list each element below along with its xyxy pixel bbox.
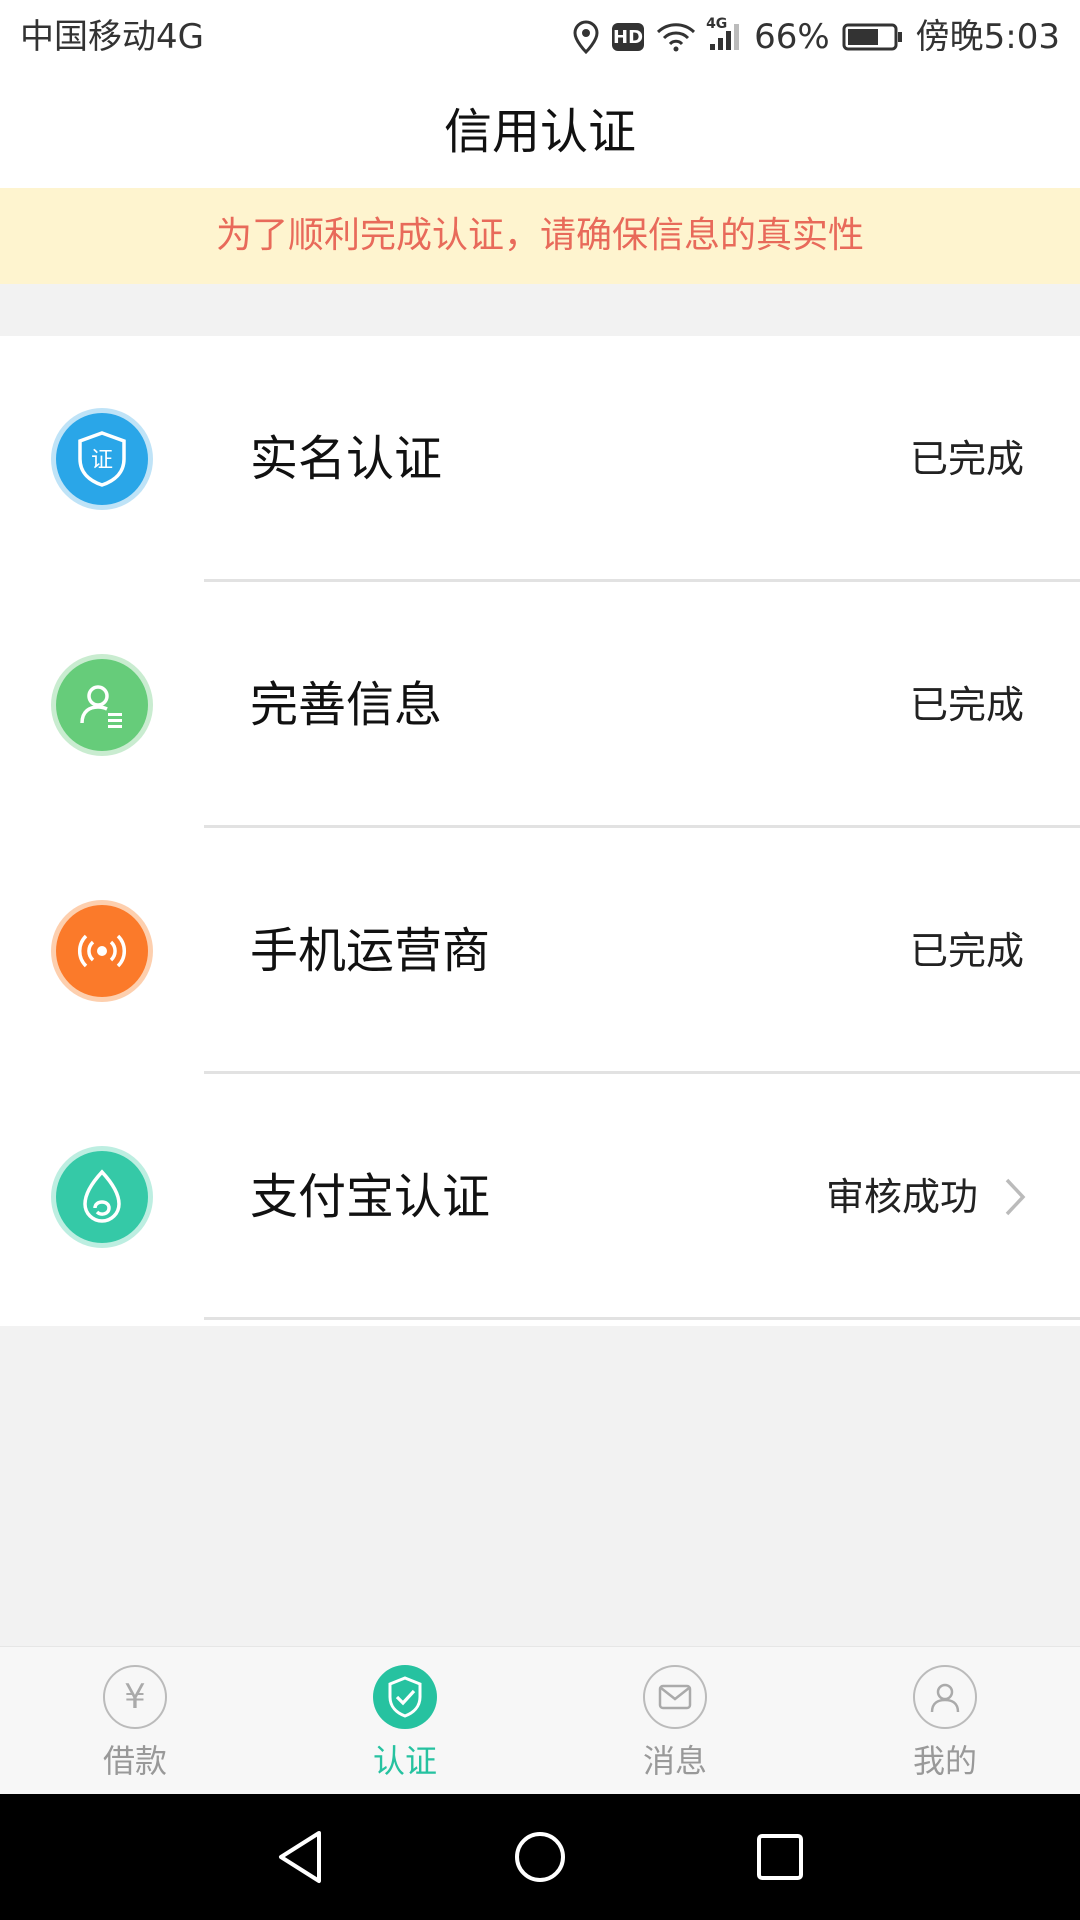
tab-label: 借款 [102,1742,167,1780]
page-title: 信用认证 [443,104,636,160]
tab-messages[interactable]: 消息 [540,1647,810,1795]
location-icon [572,20,600,54]
yuan-icon: ¥ [103,1665,167,1729]
notice-text: 为了顺利完成认证，请确保信息的真实性 [215,215,864,256]
cert-item-mobile-carrier[interactable]: 手机运营商 已完成 [0,828,1080,1074]
yuan-glyph: ¥ [124,1677,146,1717]
tab-certification[interactable]: 认证 [270,1647,540,1795]
mail-icon [643,1665,707,1729]
cert-label: 完善信息 [250,677,443,733]
clock: 傍晚5:03 [915,17,1060,57]
shield-check-icon [373,1665,437,1729]
alipay-icon [56,1151,148,1243]
tab-me[interactable]: 我的 [810,1647,1080,1795]
cert-label: 实名认证 [250,431,443,487]
divider [204,1317,1080,1320]
tab-label: 我的 [912,1742,977,1780]
cert-list: 证 实名认证 已完成 完善信息 已完成 手机运营商 已完成 支付宝认证 审核成功 [0,336,1080,1326]
cert-status: 已完成 [909,437,1024,481]
network-type-label: 4G [706,16,728,32]
status-icons: HD 4G 66% 傍晚5:03 [572,14,1060,60]
cert-status: 审核成功 [825,1175,978,1219]
signal-broadcast-icon [56,905,148,997]
tab-label: 认证 [372,1742,437,1780]
cert-item-real-name[interactable]: 证 实名认证 已完成 [0,336,1080,582]
battery-icon [842,22,904,52]
home-icon[interactable] [500,1817,580,1897]
tab-loan[interactable]: ¥ 借款 [0,1647,270,1795]
tab-label: 消息 [642,1742,707,1780]
system-nav-bar [0,1794,1080,1920]
user-info-icon [56,659,148,751]
cellular-signal-icon: 4G [706,16,742,52]
cert-glyph: 证 [91,448,113,473]
title-bar: 信用认证 [0,76,1080,188]
cert-status: 已完成 [909,929,1024,973]
recents-icon[interactable] [740,1817,820,1897]
wifi-icon [656,22,696,52]
battery-percent: 66% [754,17,830,57]
cert-item-alipay[interactable]: 支付宝认证 审核成功 [0,1074,1080,1320]
shield-cert-icon: 证 [56,413,148,505]
cert-label: 支付宝认证 [250,1169,491,1225]
hd-icon: HD [612,23,645,51]
cert-label: 手机运营商 [250,923,491,979]
back-icon[interactable] [260,1817,340,1897]
notice-banner: 为了顺利完成认证，请确保信息的真实性 [0,188,1080,284]
cert-status: 已完成 [909,683,1024,727]
carrier-name: 中国移动4G [20,17,204,57]
person-icon [913,1665,977,1729]
cert-item-complete-info[interactable]: 完善信息 已完成 [0,582,1080,828]
bottom-tab-bar: ¥ 借款 认证 消息 我的 [0,1646,1080,1795]
status-bar: 中国移动4G HD 4G 66% 傍晚5:03 [0,0,1080,76]
chevron-right-icon [1004,1074,1026,1320]
